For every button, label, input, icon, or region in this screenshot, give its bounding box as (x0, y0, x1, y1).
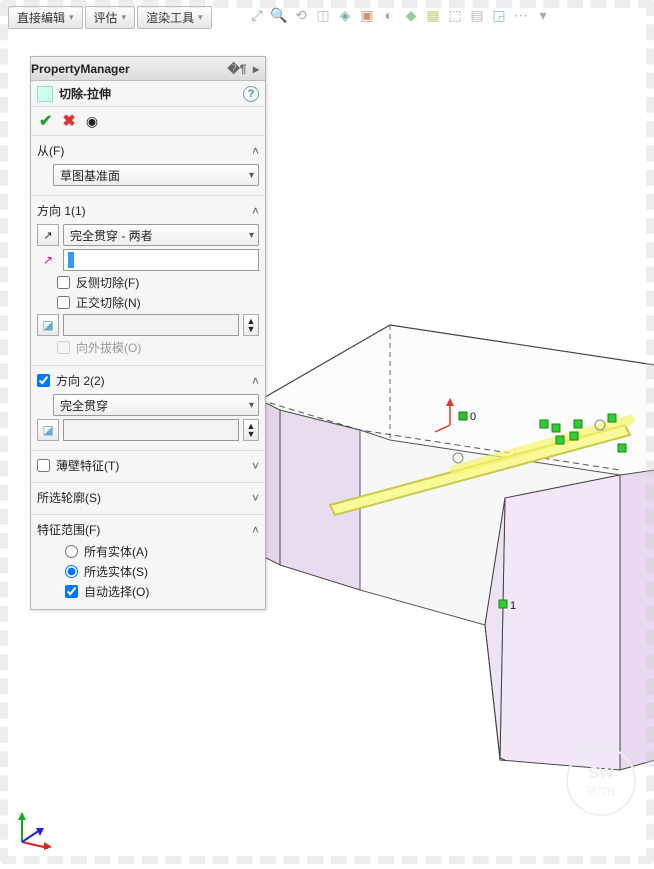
toolbar-icon[interactable]: ▾ (534, 6, 552, 24)
toolbar-icon[interactable]: ◲ (490, 6, 508, 24)
chevron-up-icon: ˄ (252, 144, 259, 158)
menu-bar: 直接编辑▾ 评估▾ 渲染工具▾ (8, 6, 212, 29)
chevron-down-icon: ˅ (252, 459, 259, 473)
dir1-direction-input[interactable] (63, 249, 259, 271)
normal-cut-checkbox[interactable] (57, 296, 70, 309)
view-settings-icon[interactable]: ⬚ (446, 6, 464, 24)
direction-vector-icon: ↗ (37, 253, 59, 267)
toolbar-icon[interactable]: ▤ (468, 6, 486, 24)
draft-outward-checkbox (57, 341, 70, 354)
scope-selected-bodies-radio[interactable] (65, 565, 78, 578)
menu-direct-edit[interactable]: 直接编辑▾ (8, 6, 83, 29)
svg-text:0: 0 (470, 411, 476, 423)
scope-auto-select-checkbox[interactable] (65, 585, 78, 598)
section-dir1-header[interactable]: 方向 1(1) ˄ (37, 200, 259, 221)
chevron-down-icon: ▾ (198, 12, 203, 23)
section-dir2-header[interactable]: 方向 2(2) ˄ (37, 370, 259, 391)
axis-triad[interactable] (14, 810, 54, 850)
ok-button[interactable]: ✔ (39, 111, 52, 131)
watermark: SW 研习社 (566, 746, 636, 816)
draft-icon[interactable]: ◪ (37, 419, 59, 441)
zoom-fit-icon[interactable]: ⤢ (248, 6, 266, 24)
dir2-draft-input[interactable] (63, 419, 239, 441)
scope-all-bodies-radio[interactable] (65, 545, 78, 558)
draft-icon[interactable]: ◪ (37, 314, 59, 336)
chevron-up-icon: ˄ (252, 523, 259, 537)
from-start-condition-dropdown[interactable]: 草图基准面 (53, 164, 259, 186)
section-contours-header[interactable]: 所选轮廓(S) ˅ (37, 487, 259, 508)
pm-title: PropertyManager (31, 62, 130, 76)
view-orientation-icon[interactable]: ◈ (336, 6, 354, 24)
menu-evaluate[interactable]: 评估▾ (85, 6, 136, 29)
toolbar-icon[interactable]: ⋯ (512, 6, 530, 24)
apply-scene-icon[interactable]: ▦ (424, 6, 442, 24)
section-from-header[interactable]: 从(F) ˄ (37, 140, 259, 161)
feature-name: 切除-拉伸 (59, 85, 111, 102)
chevron-up-icon: ˄ (252, 204, 259, 218)
draft-spinner[interactable]: ▲▼ (243, 419, 259, 441)
dir1-draft-input[interactable] (63, 314, 239, 336)
zoom-previous-icon[interactable]: ⟲ (292, 6, 310, 24)
pm-header: PropertyManager �¶ ▸ (31, 57, 265, 81)
draft-spinner[interactable]: ▲▼ (243, 314, 259, 336)
svg-text:1: 1 (510, 600, 516, 612)
dir2-end-condition-dropdown[interactable]: 完全贯穿 (53, 394, 259, 416)
cancel-button[interactable]: ✖ (62, 111, 75, 131)
section-view-icon[interactable]: ◫ (314, 6, 332, 24)
dir2-enable-checkbox[interactable] (37, 374, 50, 387)
view-toolbar: ⤢ 🔍 ⟲ ◫ ◈ ▣ ◐ ◆ ▦ ⬚ ▤ ◲ ⋯ ▾ (248, 6, 552, 24)
edit-appearance-icon[interactable]: ◆ (402, 6, 420, 24)
dir1-end-condition-dropdown[interactable]: 完全贯穿 - 两者 (63, 224, 259, 246)
display-style-icon[interactable]: ▣ (358, 6, 376, 24)
thin-feature-checkbox[interactable] (37, 459, 50, 472)
property-manager-panel: PropertyManager �¶ ▸ 切除-拉伸 ? ✔ ✖ ◉ 从(F) … (30, 56, 266, 610)
chevron-down-icon: ▾ (122, 12, 127, 23)
help-icon[interactable]: ? (243, 86, 259, 102)
model-geometry (260, 325, 654, 770)
zoom-area-icon[interactable]: 🔍 (270, 6, 288, 24)
cut-extrude-icon (37, 86, 53, 102)
hide-show-icon[interactable]: ◐ (380, 6, 398, 24)
pushpin-icon[interactable]: �¶ (227, 61, 247, 77)
reverse-direction-button[interactable]: ↗ (37, 224, 59, 246)
flip-side-checkbox[interactable] (57, 276, 70, 289)
chevron-up-icon: ˄ (252, 374, 259, 388)
chevron-down-icon: ▾ (69, 12, 74, 23)
chevron-down-icon: ˅ (252, 491, 259, 505)
section-thin-header[interactable]: 薄壁特征(T) ˅ (37, 455, 259, 476)
flyout-arrow-icon[interactable]: ▸ (247, 62, 265, 76)
section-scope-header[interactable]: 特征范围(F) ˄ (37, 519, 259, 540)
menu-render-tools[interactable]: 渲染工具▾ (137, 6, 212, 29)
detailed-preview-icon[interactable]: ◉ (86, 113, 98, 130)
